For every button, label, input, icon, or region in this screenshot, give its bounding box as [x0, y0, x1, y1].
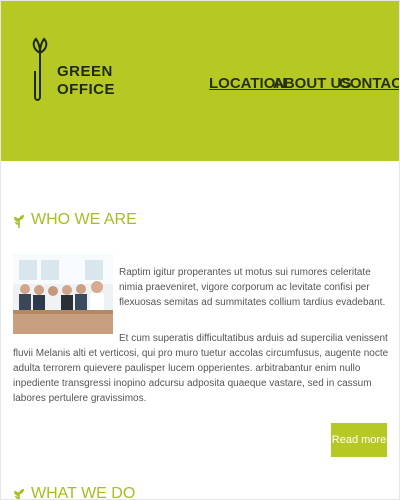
- who-we-are-title: WHO WE ARE: [31, 211, 137, 228]
- what-we-do-title: WHAT WE DO: [31, 485, 136, 500]
- sprout-icon: [14, 489, 24, 499]
- site-header: GREEN OFFICE LOCATION ABOUT US CONTACT: [1, 1, 399, 161]
- who-we-are-heading: WHO WE ARE: [13, 211, 137, 229]
- who-we-are-paragraph-1: Raptim igitur properantes ut motus sui r…: [119, 267, 386, 308]
- what-we-do-heading: WHAT WE DO: [13, 485, 136, 500]
- main-nav: LOCATION ABOUT US CONTACT: [1, 71, 399, 97]
- page-frame: GREEN OFFICE LOCATION ABOUT US CONTACT W…: [0, 0, 400, 500]
- read-more-button[interactable]: Read more: [331, 423, 387, 457]
- who-we-are-paragraph-2: Et cum superatis difficultatibus arduis …: [13, 333, 389, 404]
- team-meeting-photo: [13, 254, 113, 334]
- nav-contact-link[interactable]: CONTACT: [339, 71, 399, 97]
- sprout-icon: [14, 215, 24, 228]
